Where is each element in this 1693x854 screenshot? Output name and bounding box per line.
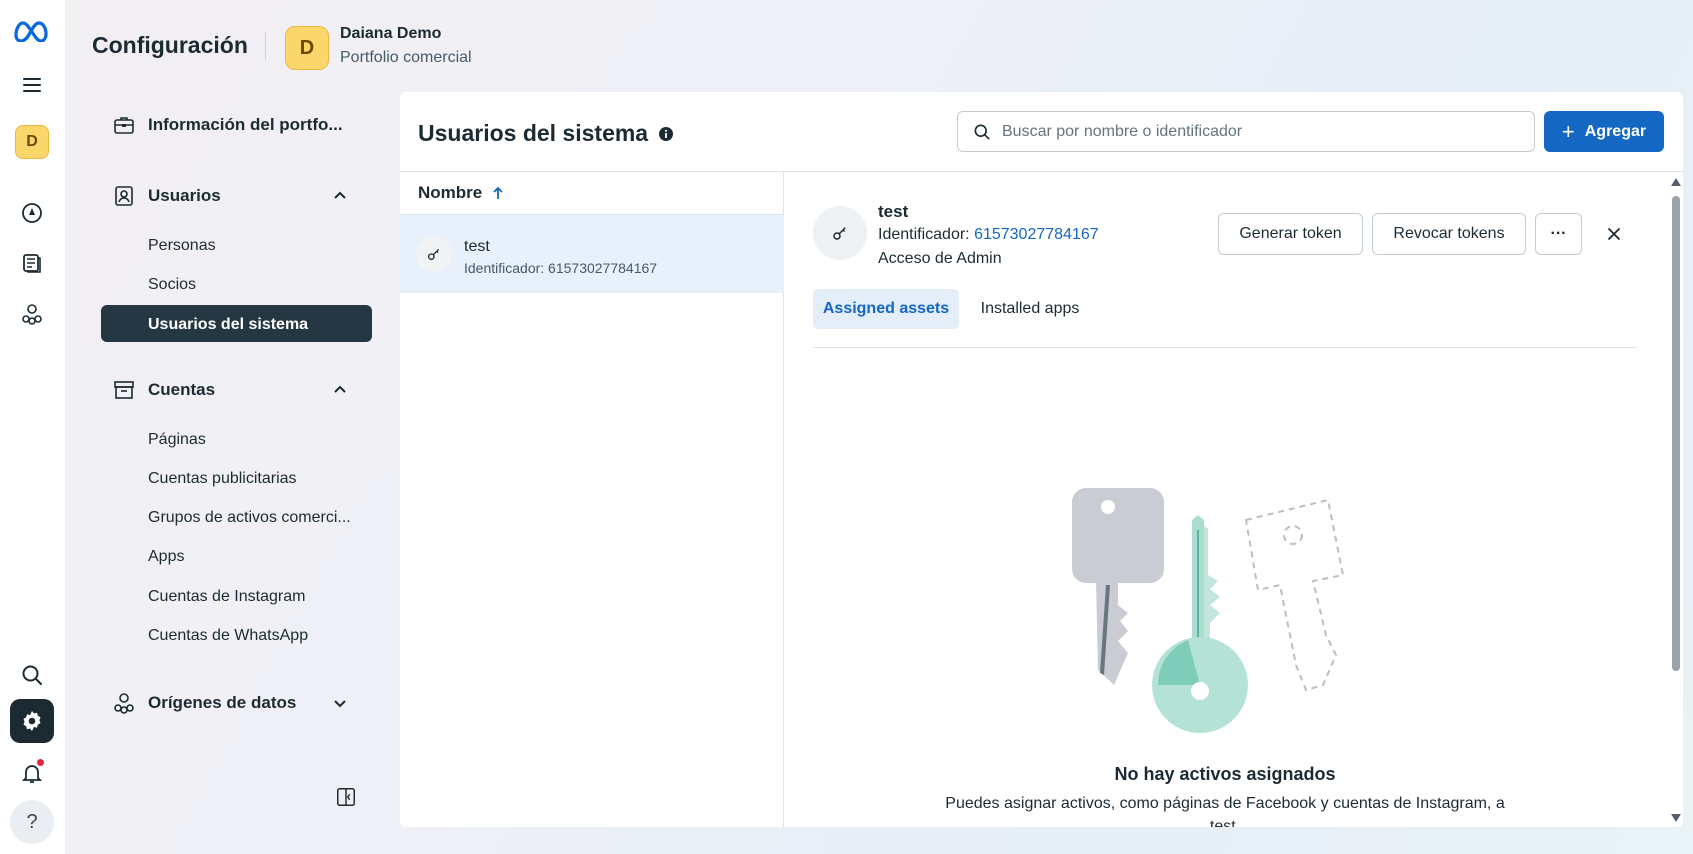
nav-accounts-label: Cuentas bbox=[148, 380, 216, 399]
account-type: Portfolio comercial bbox=[340, 49, 472, 66]
nav-item-socios[interactable]: Socios bbox=[148, 276, 196, 294]
tabs-divider bbox=[813, 347, 1637, 348]
sort-ascending-icon bbox=[493, 186, 503, 199]
scroll-up-arrow-icon[interactable] bbox=[1671, 178, 1681, 186]
add-button[interactable]: + Agregar bbox=[1544, 111, 1664, 152]
nav-users-section[interactable]: Usuarios bbox=[112, 184, 221, 208]
revoke-tokens-button[interactable]: Revocar tokens bbox=[1372, 213, 1526, 255]
tab-installed-apps[interactable]: Installed apps bbox=[975, 289, 1085, 329]
nav-item-pages[interactable]: Páginas bbox=[148, 431, 206, 449]
nav-item-apps[interactable]: Apps bbox=[148, 548, 184, 566]
nav-item-instagram[interactable]: Cuentas de Instagram bbox=[148, 588, 305, 606]
detail-id-label: Identificador: bbox=[878, 226, 975, 243]
add-button-label: Agregar bbox=[1584, 122, 1647, 140]
info-icon[interactable] bbox=[658, 126, 674, 142]
account-name[interactable]: Daiana Demo bbox=[340, 25, 441, 43]
settings-gear-icon[interactable] bbox=[10, 699, 54, 743]
compass-icon[interactable] bbox=[10, 191, 54, 235]
search-icon[interactable] bbox=[10, 653, 54, 697]
notification-dot bbox=[37, 759, 44, 766]
main-panel: Usuarios del sistema + Agregar Nombre te… bbox=[400, 92, 1683, 827]
search-box[interactable] bbox=[957, 111, 1535, 152]
meta-logo-icon[interactable] bbox=[10, 8, 54, 52]
data-sources-icon bbox=[114, 693, 134, 714]
help-icon: ? bbox=[10, 800, 54, 844]
column-header-name[interactable]: Nombre bbox=[418, 183, 506, 203]
row-user-id: Identificador: 61573027784167 bbox=[464, 260, 658, 276]
nav-portfolio-info[interactable]: Información del portfo... bbox=[112, 113, 343, 137]
pages-icon[interactable] bbox=[10, 241, 54, 285]
detail-id-link[interactable]: 61573027784167 bbox=[974, 226, 1099, 243]
section-title: Usuarios del sistema bbox=[418, 120, 674, 147]
archive-icon bbox=[114, 381, 134, 399]
nav-item-system-users[interactable]: Usuarios del sistema bbox=[101, 305, 372, 342]
detail-scrollbar[interactable] bbox=[1668, 172, 1683, 827]
nav-data-sources-label: Orígenes de datos bbox=[148, 693, 297, 712]
column-header-label: Nombre bbox=[418, 183, 483, 202]
briefcase-icon bbox=[114, 117, 134, 134]
scrollbar-thumb[interactable] bbox=[1672, 196, 1680, 671]
more-options-button[interactable]: ··· bbox=[1535, 213, 1582, 255]
nav-item-asset-groups[interactable]: Grupos de activos comerci... bbox=[148, 509, 351, 527]
detail-user-id: Identificador: 61573027784167 bbox=[878, 226, 1099, 244]
search-input[interactable] bbox=[1002, 122, 1502, 141]
keys-illustration bbox=[1072, 488, 1345, 733]
page-title: Configuración bbox=[92, 32, 248, 58]
row-user-name: test bbox=[464, 238, 490, 255]
rail-account-avatar[interactable]: D bbox=[10, 120, 54, 164]
section-title-text: Usuarios del sistema bbox=[418, 120, 649, 146]
detail-access-level: Acceso de Admin bbox=[878, 250, 1002, 267]
chevron-down-icon[interactable] bbox=[330, 693, 350, 713]
nav-users-label: Usuarios bbox=[148, 186, 221, 205]
detail-key-icon bbox=[813, 206, 867, 260]
left-rail: D ? bbox=[0, 0, 65, 854]
generate-token-button[interactable]: Generar token bbox=[1218, 213, 1363, 255]
search-icon bbox=[974, 124, 990, 139]
empty-state-title: No hay activos asignados bbox=[1114, 764, 1336, 784]
scroll-down-arrow-icon[interactable] bbox=[1671, 814, 1681, 822]
account-avatar[interactable]: D bbox=[285, 26, 329, 70]
system-users-list: Nombre test Identificador: 6157302778416… bbox=[400, 172, 784, 827]
collapse-sidebar-icon[interactable] bbox=[335, 786, 357, 808]
plus-icon: + bbox=[1561, 118, 1575, 144]
users-badge-icon bbox=[115, 186, 133, 206]
key-icon bbox=[416, 236, 452, 272]
nav-item-whatsapp[interactable]: Cuentas de WhatsApp bbox=[148, 627, 308, 645]
close-icon[interactable] bbox=[1603, 223, 1625, 245]
nav-accounts-section[interactable]: Cuentas bbox=[112, 378, 215, 402]
menu-icon[interactable] bbox=[10, 63, 54, 107]
header-divider bbox=[265, 32, 266, 60]
detail-user-name: test bbox=[878, 202, 909, 221]
help-button[interactable]: ? bbox=[10, 800, 54, 844]
nav-item-personas[interactable]: Personas bbox=[148, 237, 216, 255]
data-sources-icon[interactable] bbox=[10, 292, 54, 336]
notifications-bell-icon[interactable] bbox=[10, 751, 54, 795]
table-row[interactable]: test Identificador: 61573027784167 bbox=[400, 215, 784, 293]
nav-portfolio-info-label: Información del portfo... bbox=[148, 115, 343, 134]
tab-assigned-assets[interactable]: Assigned assets bbox=[813, 289, 959, 329]
chevron-up-icon[interactable] bbox=[330, 380, 350, 400]
nav-data-sources-section[interactable]: Orígenes de datos bbox=[112, 691, 296, 715]
empty-state-description: Puedes asignar activos, como páginas de … bbox=[945, 795, 1505, 827]
chevron-up-icon[interactable] bbox=[330, 186, 350, 206]
nav-item-ad-accounts[interactable]: Cuentas publicitarias bbox=[148, 470, 297, 488]
